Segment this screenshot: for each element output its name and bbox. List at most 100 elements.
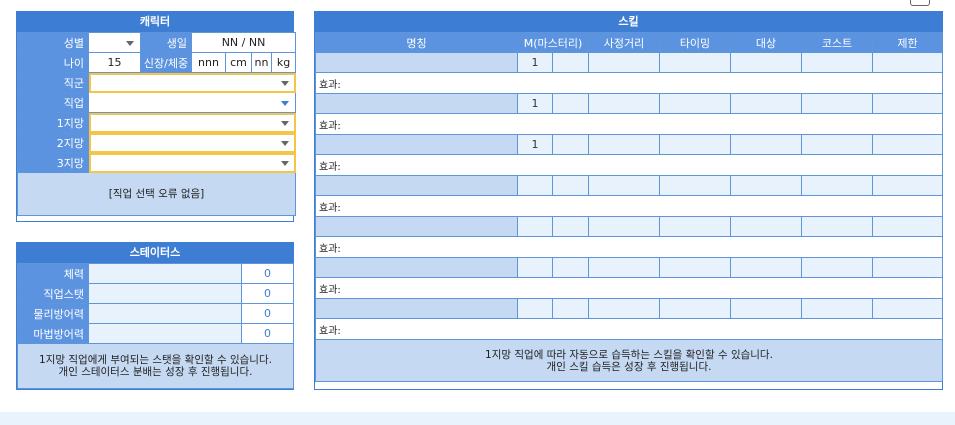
skill-effect-label[interactable]: 효과: [315,195,943,217]
col-name: 명칭 [315,32,518,53]
skill-limit-cell[interactable] [872,134,943,155]
skill-effect-label[interactable]: 효과: [315,154,943,176]
skill-effect-label[interactable]: 효과: [315,277,943,299]
skill-range-cell[interactable] [588,52,660,73]
col-mastery: M(마스터리) [517,32,589,53]
skill-limit-cell[interactable] [872,216,943,237]
skill-cost-cell[interactable] [801,93,873,114]
skill-timing-cell[interactable] [659,52,731,73]
skill-cost-cell[interactable] [801,134,873,155]
character-panel: 캐릭터 성별 생일 NN / NN 나이 15 신장/체중 nnn cm nn … [16,11,297,222]
skill-timing-cell[interactable] [659,134,731,155]
skill-mastery-level[interactable] [517,216,553,237]
choice2-label: 2지망 [17,132,89,153]
skill-effect-label[interactable]: 효과: [315,72,943,94]
skills-panel-title: 스킬 [315,12,942,32]
skills-note-line2: 개인 스킬 습득은 성장 후 진행됩니다. [546,360,712,373]
skill-timing-cell[interactable] [659,257,731,278]
col-range: 사정거리 [588,32,660,53]
age-value[interactable]: 15 [88,52,141,73]
skill-mastery-level[interactable]: 1 [517,52,553,73]
skill-limit-cell[interactable] [872,52,943,73]
height-value[interactable]: nnn [191,52,226,73]
status-row: 체력 0 [17,263,294,284]
skill-target-cell[interactable] [730,298,802,319]
skill-timing-cell[interactable] [659,298,731,319]
skill-row [315,216,943,237]
skill-target-cell[interactable] [730,134,802,155]
chevron-down-icon [281,81,290,86]
chevron-down-icon [281,121,290,126]
skill-name-cell[interactable] [315,216,518,237]
class-dropdown[interactable] [87,72,297,93]
skill-target-cell[interactable] [730,93,802,114]
skill-target-cell[interactable] [730,52,802,73]
skill-range-cell[interactable] [588,298,660,319]
skill-mastery-extra[interactable] [552,175,589,196]
skill-mastery-extra[interactable] [552,298,589,319]
birth-label: 생일 [140,32,192,53]
skill-name-cell[interactable] [315,93,518,114]
skill-name-cell[interactable] [315,175,518,196]
stat-label-hp: 체력 [17,263,89,284]
skill-mastery-level[interactable] [517,298,553,319]
birth-value[interactable]: NN / NN [190,32,297,53]
skill-mastery-level[interactable]: 1 [517,93,553,114]
skill-timing-cell[interactable] [659,216,731,237]
skill-mastery-level[interactable]: 1 [517,134,553,155]
skill-mastery-extra[interactable] [552,52,589,73]
skill-cost-cell[interactable] [801,175,873,196]
skill-cost-cell[interactable] [801,298,873,319]
skill-name-cell[interactable] [315,257,518,278]
weight-unit: kg [270,52,297,73]
choice1-dropdown[interactable] [87,112,297,133]
skill-mastery-extra[interactable] [552,216,589,237]
skills-note: 1지망 직업에 따라 자동으로 습득하는 스킬을 확인할 수 있습니다. 개인 … [315,339,943,382]
skill-cost-cell[interactable] [801,257,873,278]
col-timing: 타이밍 [659,32,731,53]
skill-name-cell[interactable] [315,134,518,155]
skill-effect-label[interactable]: 효과: [315,318,943,340]
skill-range-cell[interactable] [588,134,660,155]
weight-value[interactable]: nn [251,52,272,73]
choice3-label: 3지망 [17,152,89,173]
skill-limit-cell[interactable] [872,93,943,114]
skill-range-cell[interactable] [588,216,660,237]
status-note: 1지망 직업에게 부여되는 스탯을 확인할 수 있습니다. 개인 스테이터스 분… [17,343,294,389]
skill-mastery-level[interactable] [517,175,553,196]
choice2-dropdown[interactable] [87,132,297,153]
skill-mastery-level[interactable] [517,257,553,278]
skill-limit-cell[interactable] [872,175,943,196]
skill-cost-cell[interactable] [801,52,873,73]
skill-target-cell[interactable] [730,216,802,237]
skill-mastery-extra[interactable] [552,257,589,278]
choice3-dropdown[interactable] [87,152,297,173]
skill-timing-cell[interactable] [659,93,731,114]
skill-effect-row: 효과: [315,277,943,299]
class-label: 직군 [17,72,89,93]
skill-limit-cell[interactable] [872,257,943,278]
skill-limit-cell[interactable] [872,298,943,319]
skill-mastery-extra[interactable] [552,93,589,114]
height-unit: cm [225,52,252,73]
skill-target-cell[interactable] [730,257,802,278]
skill-name-cell[interactable] [315,298,518,319]
skill-effect-label[interactable]: 효과: [315,236,943,258]
skills-note-line1: 1지망 직업에 따라 자동으로 습득하는 스킬을 확인할 수 있습니다. [485,348,773,361]
stat-value-job: 0 [241,283,294,304]
skill-range-cell[interactable] [588,93,660,114]
gender-dropdown[interactable] [88,32,141,53]
skill-range-cell[interactable] [588,257,660,278]
stat-value-hp: 0 [241,263,294,284]
skill-mastery-extra[interactable] [552,134,589,155]
job-dropdown[interactable] [87,92,297,113]
skill-timing-cell[interactable] [659,175,731,196]
skill-effect-label[interactable]: 효과: [315,113,943,135]
skill-cost-cell[interactable] [801,216,873,237]
chevron-down-icon [281,141,290,146]
skill-name-cell[interactable] [315,52,518,73]
skill-range-cell[interactable] [588,175,660,196]
skill-row [315,175,943,196]
skill-target-cell[interactable] [730,175,802,196]
stat-value-pdef: 0 [241,303,294,324]
